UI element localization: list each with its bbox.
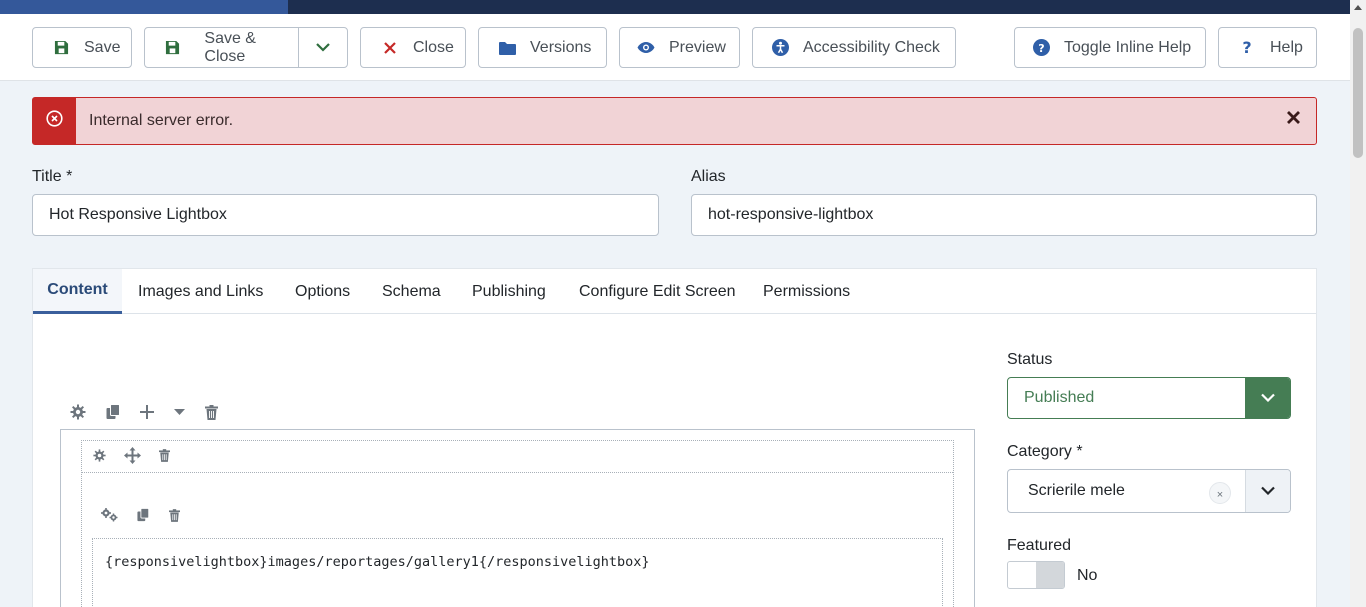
- category-value: Scrierile mele: [1028, 482, 1125, 499]
- tab-configure-edit-screen[interactable]: Configure Edit Screen: [579, 269, 736, 314]
- versions-button[interactable]: Versions: [478, 27, 607, 68]
- chevron-down-icon: [1260, 389, 1275, 407]
- floppy-disk-icon: [52, 39, 70, 57]
- svg-text:?: ?: [1242, 39, 1251, 56]
- category-label: Category *: [1007, 443, 1083, 460]
- tab-schema[interactable]: Schema: [382, 269, 441, 314]
- category-dropdown-toggle[interactable]: [1245, 470, 1290, 512]
- builder-row: {responsivelightbox}images/reportages/ga…: [81, 440, 954, 607]
- save-close-button[interactable]: Save & Close: [145, 28, 299, 67]
- status-value: Published: [1024, 389, 1095, 406]
- header-brand-area: [0, 0, 288, 14]
- alert-icon-box: [33, 98, 76, 144]
- tab-publishing[interactable]: Publishing: [472, 269, 546, 314]
- alert-message: Internal server error.: [89, 112, 234, 129]
- tab-options[interactable]: Options: [295, 269, 350, 314]
- copy-icon[interactable]: [135, 507, 151, 523]
- category-clear-button[interactable]: ×: [1209, 482, 1231, 504]
- move-arrows-icon[interactable]: [123, 446, 141, 464]
- toggle-knob: [1036, 562, 1064, 588]
- accessibility-icon: [771, 39, 789, 57]
- accessibility-label: Accessibility Check: [803, 38, 940, 56]
- settings-gears-icon[interactable]: [101, 507, 119, 523]
- chevron-down-icon: [316, 39, 330, 57]
- toggle-inline-help-button[interactable]: ? Toggle Inline Help: [1014, 27, 1206, 68]
- floppy-disk-icon: [165, 40, 182, 55]
- category-value-wrap: Scrierile mele ×: [1008, 470, 1245, 512]
- tab-images-and-links[interactable]: Images and Links: [138, 269, 263, 314]
- featured-label: Featured: [1007, 537, 1072, 554]
- text-block[interactable]: {responsivelightbox}images/reportages/ga…: [92, 538, 943, 607]
- close-icon: [1286, 110, 1301, 130]
- close-button[interactable]: Close: [360, 27, 466, 68]
- alert-close-button[interactable]: [1282, 108, 1304, 132]
- versions-label: Versions: [530, 38, 592, 56]
- row-toolbar: [82, 441, 953, 473]
- folder-icon: [498, 39, 516, 57]
- save-close-split-button: Save & Close: [144, 27, 348, 68]
- toggle-inline-help-label: Toggle Inline Help: [1064, 38, 1192, 56]
- status-dropdown-toggle[interactable]: [1245, 378, 1290, 418]
- preview-label: Preview: [669, 38, 726, 56]
- close-icon: [381, 39, 399, 57]
- save-close-label: Save & Close: [204, 29, 256, 65]
- scrollbar-thumb[interactable]: [1353, 28, 1363, 158]
- trash-icon[interactable]: [156, 447, 172, 463]
- scroll-up-arrow-icon[interactable]: [1354, 5, 1362, 10]
- plus-icon[interactable]: [138, 403, 156, 421]
- gear-icon[interactable]: [91, 447, 107, 463]
- close-label: Close: [413, 38, 454, 56]
- save-button[interactable]: Save: [32, 27, 132, 68]
- status-label: Status: [1007, 351, 1053, 368]
- accessibility-check-button[interactable]: Accessibility Check: [752, 27, 956, 68]
- preview-button[interactable]: Preview: [619, 27, 740, 68]
- svg-text:?: ?: [1038, 42, 1044, 55]
- save-options-dropdown-toggle[interactable]: [299, 28, 347, 67]
- tab-bar: Content Images and Links Options Schema …: [33, 269, 1316, 314]
- featured-toggle[interactable]: [1007, 561, 1065, 589]
- help-button[interactable]: ? Help: [1218, 27, 1317, 68]
- gear-icon[interactable]: [69, 403, 87, 421]
- status-select[interactable]: Published: [1007, 377, 1291, 419]
- help-label: Help: [1270, 38, 1303, 56]
- vertical-scrollbar[interactable]: [1350, 0, 1366, 607]
- page-builder-area: {responsivelightbox}images/reportages/ga…: [60, 429, 975, 607]
- eye-icon: [637, 39, 655, 57]
- title-input[interactable]: [32, 194, 659, 236]
- question-mark-icon: ?: [1238, 39, 1256, 57]
- toolbar: Save Save & Close Close Versions Preview…: [0, 14, 1350, 81]
- tab-permissions[interactable]: Permissions: [763, 269, 850, 314]
- editor-panel: Content Images and Links Options Schema …: [32, 268, 1317, 607]
- alias-label: Alias: [691, 168, 726, 185]
- tab-content[interactable]: Content: [33, 269, 122, 314]
- top-header-strip: [0, 0, 1350, 14]
- title-label: Title *: [32, 168, 73, 185]
- shortcode-text: {responsivelightbox}images/reportages/ga…: [105, 554, 650, 570]
- question-circle-icon: ?: [1032, 39, 1050, 57]
- save-label: Save: [84, 38, 121, 56]
- caret-down-icon[interactable]: [170, 403, 188, 421]
- error-circle-icon: [46, 110, 63, 132]
- trash-icon[interactable]: [166, 507, 182, 523]
- error-alert: Internal server error.: [32, 97, 1317, 145]
- alias-input[interactable]: [691, 194, 1317, 236]
- category-select[interactable]: Scrierile mele ×: [1007, 469, 1291, 513]
- trash-icon[interactable]: [202, 403, 220, 421]
- copy-icon[interactable]: [104, 403, 122, 421]
- chevron-down-icon: [1261, 482, 1275, 500]
- featured-value: No: [1077, 567, 1098, 584]
